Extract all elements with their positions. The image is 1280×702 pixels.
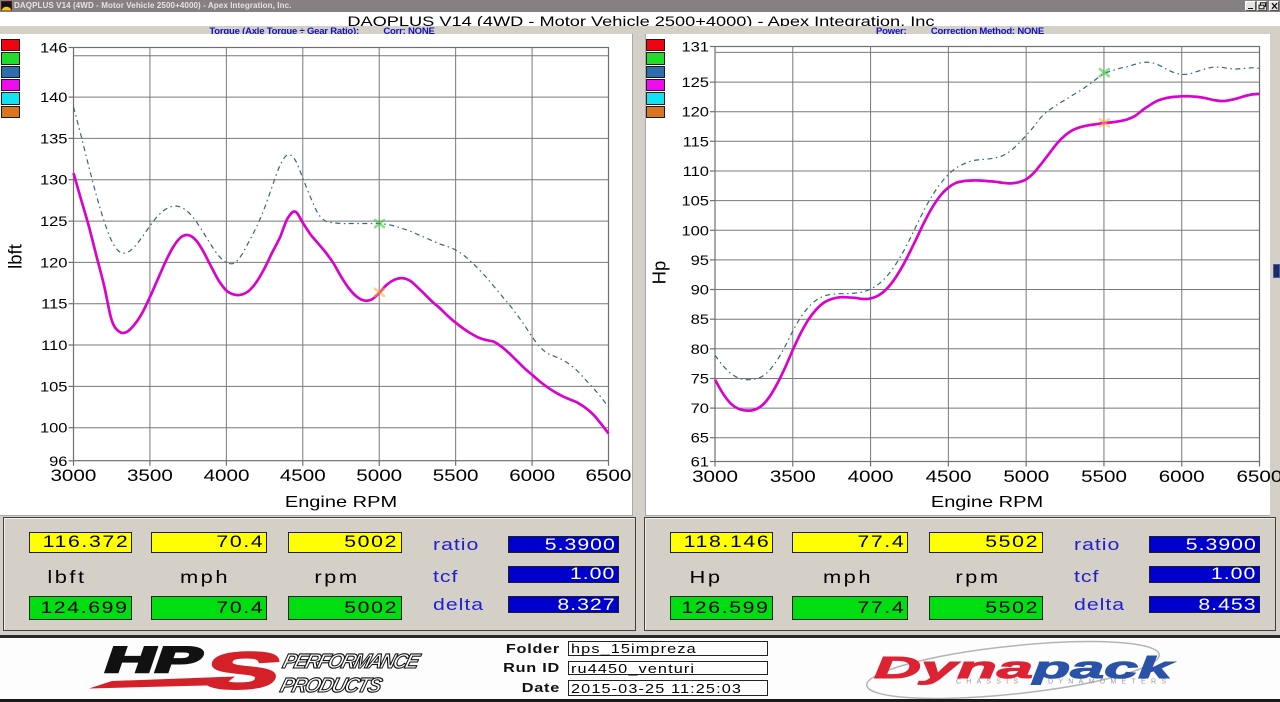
svg-text:146: 146 [40,41,68,57]
svg-text:105: 105 [40,380,68,396]
svg-text:140: 140 [40,90,68,106]
svg-text:125: 125 [40,214,68,230]
svg-text:80: 80 [690,342,708,358]
svg-text:110: 110 [41,338,67,354]
svg-text:4500: 4500 [925,467,971,486]
svg-text:5000: 5000 [356,466,402,485]
svg-text:6500: 6500 [585,466,631,485]
svg-text:3500: 3500 [769,467,815,486]
svg-text:135: 135 [40,132,68,148]
svg-text:4000: 4000 [204,466,250,485]
svg-text:4000: 4000 [847,467,893,486]
svg-text:115: 115 [41,297,67,313]
svg-text:Engine RPM: Engine RPM [930,493,1042,511]
svg-text:125: 125 [681,75,709,91]
svg-text:3500: 3500 [127,466,173,485]
svg-text:75: 75 [690,372,708,388]
svg-text:Dyna: Dyna [874,650,1033,685]
svg-text:115: 115 [682,134,708,150]
svg-text:65: 65 [690,431,708,447]
svg-text:130: 130 [40,173,68,189]
svg-text:4500: 4500 [280,466,326,485]
svg-text:120: 120 [40,256,68,272]
svg-text:131: 131 [681,40,709,56]
svg-text:6500: 6500 [1236,467,1280,486]
svg-text:PRODUCTS: PRODUCTS [278,674,385,697]
svg-text:105: 105 [681,194,709,210]
svg-text:85: 85 [690,312,708,328]
svg-text:6000: 6000 [1158,467,1204,486]
svg-text:3000: 3000 [692,467,738,486]
svg-text:S: S [194,643,290,698]
svg-text:100: 100 [681,223,709,239]
svg-text:5500: 5500 [433,466,479,485]
svg-text:3000: 3000 [50,466,96,485]
svg-text:90: 90 [690,283,708,299]
svg-text:Engine RPM: Engine RPM [285,493,397,511]
svg-text:6000: 6000 [509,466,555,485]
svg-text:110: 110 [682,164,708,180]
svg-text:5000: 5000 [1003,467,1049,486]
svg-text:5500: 5500 [1081,467,1127,486]
svg-text:HP: HP [99,640,209,680]
svg-text:100: 100 [40,421,68,437]
svg-text:95: 95 [690,253,708,269]
svg-text:120: 120 [681,105,709,121]
svg-text:70: 70 [690,401,708,417]
